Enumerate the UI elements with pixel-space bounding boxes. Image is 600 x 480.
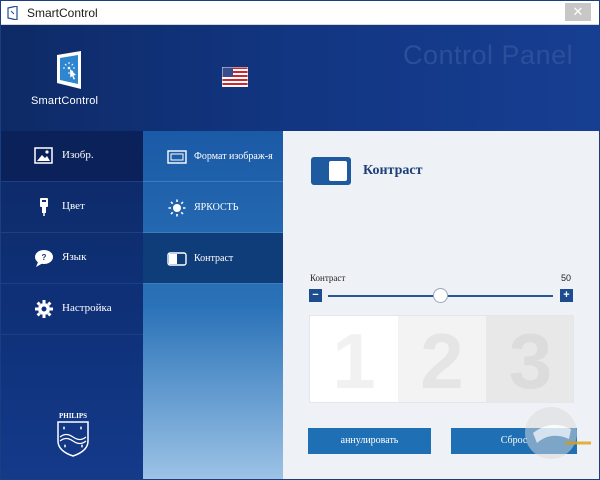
nav-item-color[interactable]: Цвет — [1, 182, 143, 233]
nav-item-label: Язык — [62, 251, 87, 263]
svg-text:?: ? — [42, 253, 47, 262]
subnav-item-aspect-ratio[interactable]: Формат изображ-я — [143, 131, 283, 182]
subnav-item-label: ЯРКОСТЬ — [194, 202, 239, 213]
watermark-logo — [525, 407, 591, 459]
contrast-preview: 1 2 3 — [309, 315, 574, 403]
slider-increase-button[interactable]: + — [560, 289, 573, 302]
secondary-nav: Формат изображ-я ЯРКОСТЬ Контраст — [143, 131, 283, 479]
preview-cell: 2 — [398, 316, 486, 402]
smartcontrol-logo-icon — [57, 51, 81, 89]
page-title: Контраст — [363, 163, 423, 178]
picture-icon — [34, 147, 53, 164]
primary-nav: Изобр. Цвет ? Язык Настройка PHILIPS — [1, 131, 143, 479]
app-icon — [7, 6, 18, 20]
preview-cell: 1 — [310, 316, 398, 402]
nav-item-language[interactable]: ? Язык — [1, 233, 143, 284]
slider-decrease-button[interactable]: − — [309, 289, 322, 302]
slider-label: Контраст — [310, 273, 346, 283]
nav-item-image[interactable]: Изобр. — [1, 131, 143, 182]
nav-item-label: Цвет — [62, 200, 85, 212]
close-button[interactable]: ✕ — [565, 3, 591, 21]
speech-bubble-icon: ? — [35, 250, 53, 267]
title-bar: SmartControl ✕ — [1, 1, 599, 25]
aspect-ratio-icon — [167, 150, 187, 164]
header: SmartControl Control Panel — [1, 25, 599, 131]
subnav-item-label: Формат изображ-я — [194, 151, 273, 162]
panel-title: Control Panel — [403, 40, 574, 70]
contrast-toggle[interactable] — [311, 157, 351, 185]
subnav-item-contrast[interactable]: Контраст — [143, 233, 283, 284]
svg-text:PHILIPS: PHILIPS — [59, 412, 87, 420]
app-window: SmartControl ✕ SmartControl Control Pane… — [0, 0, 600, 480]
window-title: SmartControl — [27, 6, 98, 20]
philips-logo: PHILIPS — [57, 412, 89, 457]
sun-icon — [168, 199, 186, 217]
slider-thumb[interactable] — [433, 288, 448, 303]
contrast-icon — [167, 252, 187, 266]
subnav-item-brightness[interactable]: ЯРКОСТЬ — [143, 182, 283, 233]
preview-cell: 3 — [486, 316, 573, 402]
nav-item-label: Изобр. — [62, 149, 94, 161]
cancel-button[interactable]: аннулировать — [308, 428, 431, 454]
us-flag-icon[interactable] — [222, 67, 248, 87]
nav-item-label: Настройка — [62, 302, 112, 314]
nav-item-settings[interactable]: Настройка — [1, 284, 143, 335]
slider-value: 50 — [561, 273, 572, 283]
dropper-icon — [40, 198, 48, 216]
subnav-item-label: Контраст — [194, 253, 234, 264]
toggle-knob — [329, 161, 347, 181]
gear-icon — [35, 300, 53, 318]
brand-name: SmartControl — [31, 95, 99, 107]
